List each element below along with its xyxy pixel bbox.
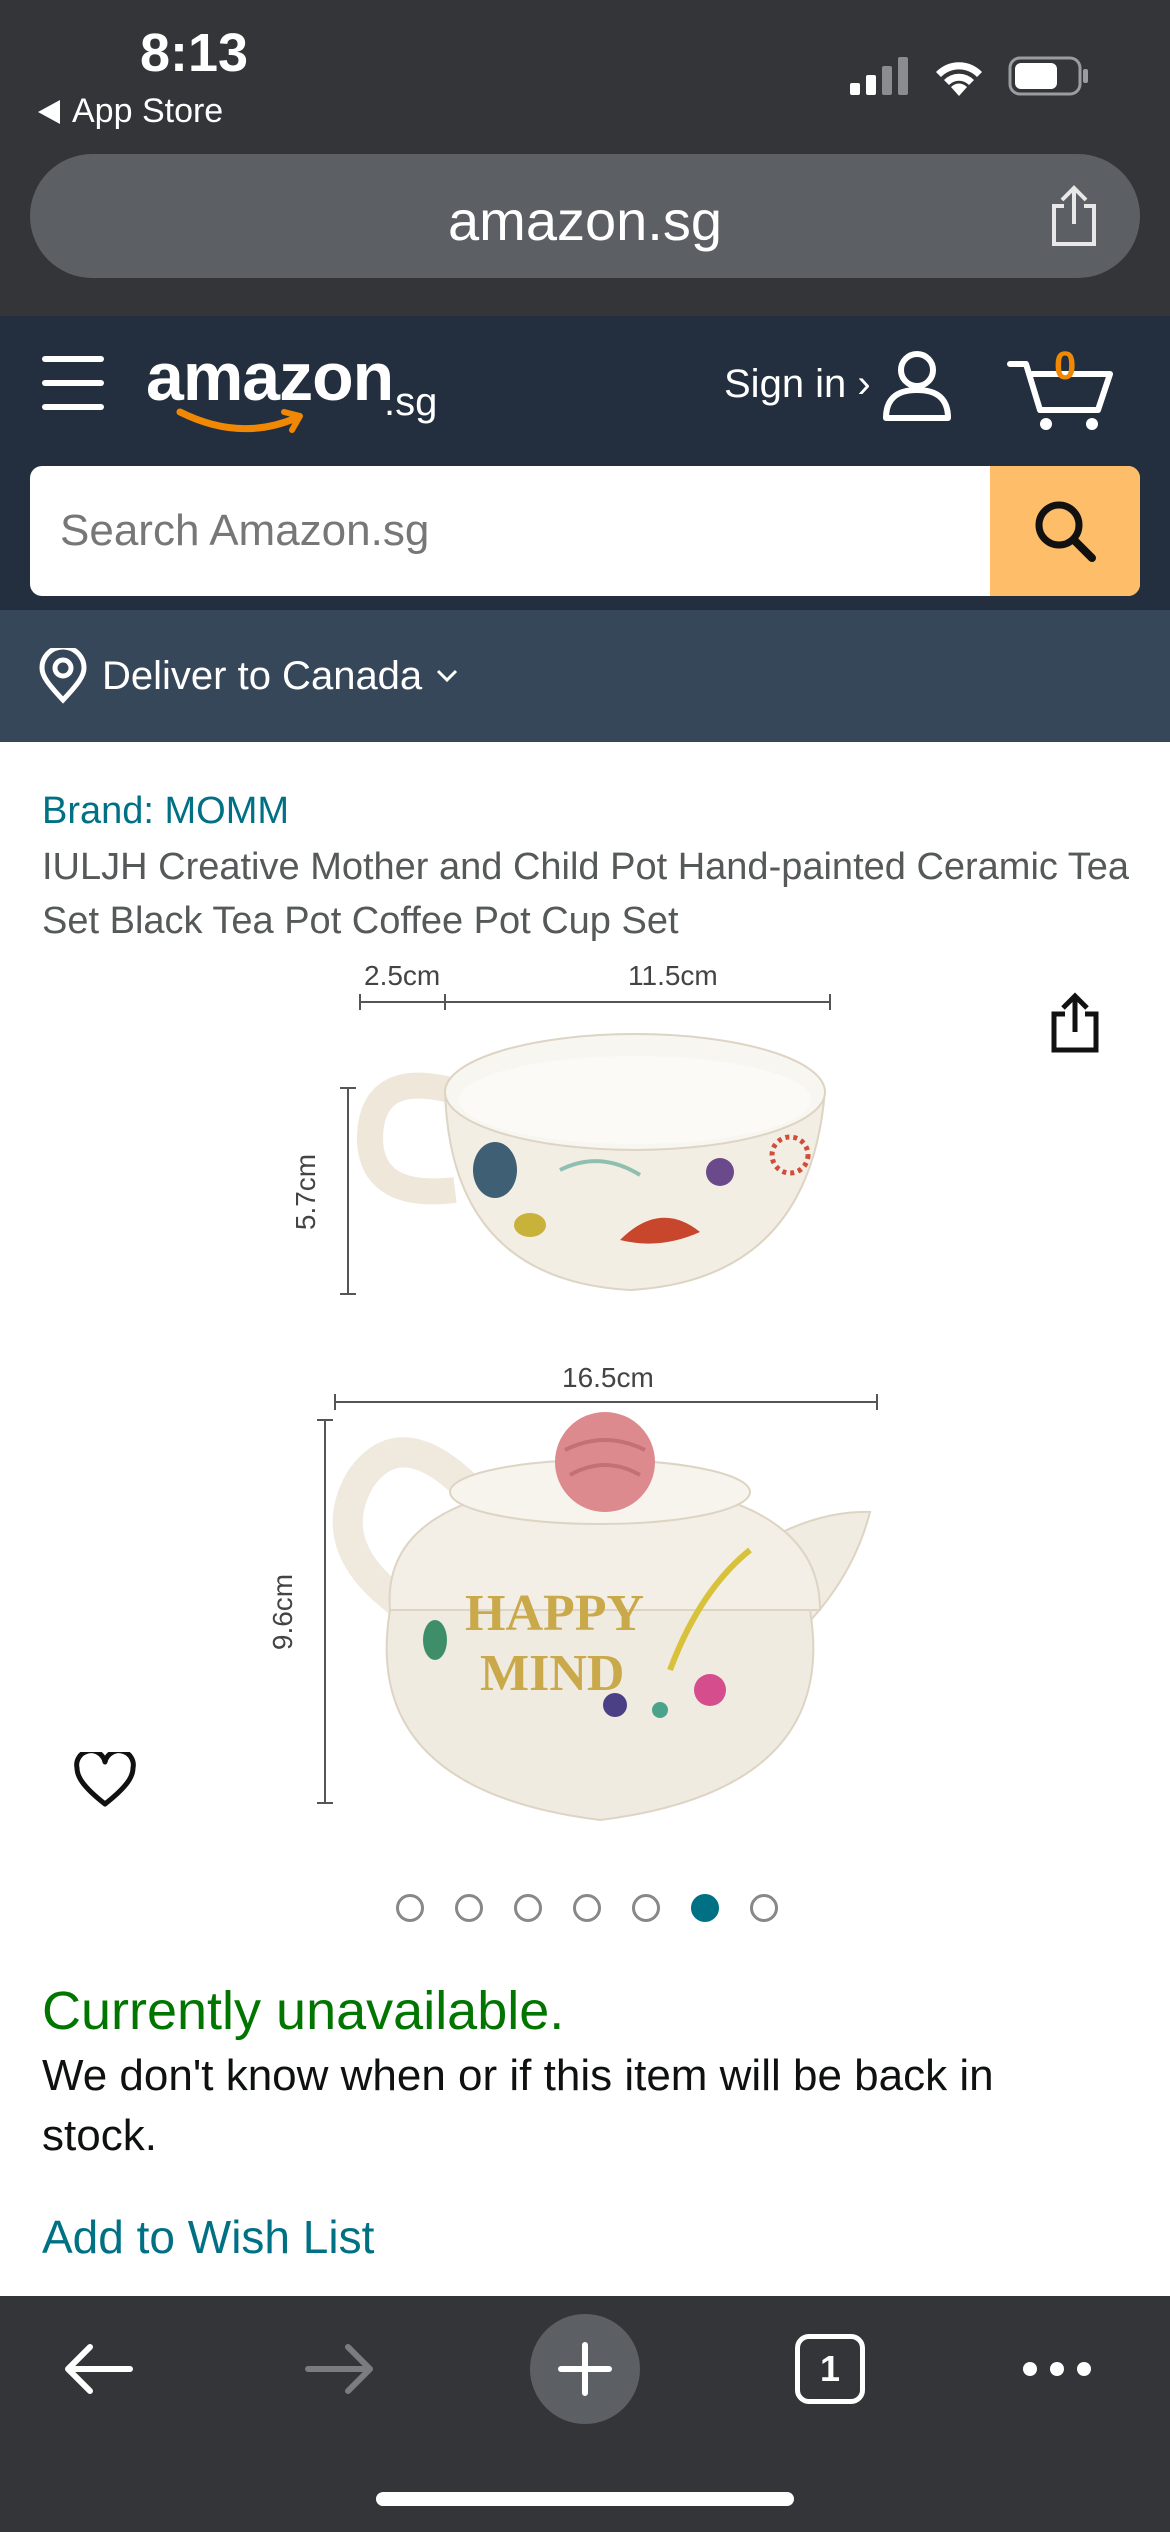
address-bar[interactable]: amazon.sg xyxy=(30,154,1140,278)
chevron-down-icon xyxy=(437,669,458,683)
more-menu-button[interactable] xyxy=(1012,2324,1102,2414)
add-to-wishlist-link[interactable]: Add to Wish List xyxy=(42,2210,374,2264)
carousel-dot[interactable] xyxy=(514,1894,542,1922)
logo-wordmark: amazon xyxy=(146,339,394,415)
image-carousel-dots xyxy=(396,1894,778,1922)
account-button[interactable] xyxy=(880,348,954,427)
cart-button[interactable]: 0 xyxy=(1006,344,1116,434)
status-icons xyxy=(850,56,1090,96)
menu-line xyxy=(42,404,104,410)
home-indicator xyxy=(376,2492,794,2506)
logo-suffix: .sg xyxy=(384,380,438,424)
carousel-dot[interactable] xyxy=(632,1894,660,1922)
wishlist-heart-button[interactable] xyxy=(74,1748,136,1813)
user-icon xyxy=(883,351,951,421)
availability-status: Currently unavailable. xyxy=(42,1981,565,2041)
search-input[interactable] xyxy=(30,466,990,596)
forward-button[interactable] xyxy=(296,2324,386,2414)
product-illustration: HAPPY MIND xyxy=(317,994,878,1822)
menu-line xyxy=(42,356,104,362)
back-app-label: App Store xyxy=(72,92,224,130)
carousel-dot[interactable] xyxy=(573,1894,601,1922)
carousel-dot[interactable] xyxy=(455,1894,483,1922)
browser-chrome: 8:13 App Store amazon.sg xyxy=(0,0,1170,316)
new-tab-button[interactable] xyxy=(530,2314,640,2424)
share-product-button[interactable] xyxy=(1048,990,1102,1059)
product-image[interactable]: HAPPY MIND 2.5cm 11.5cm 5.7cm 16.5cm 9.6… xyxy=(267,950,920,1850)
dim-pot-height: 9.6cm xyxy=(267,1573,299,1651)
share-icon xyxy=(1051,992,1099,1053)
share-icon xyxy=(1052,185,1096,246)
cart-count-badge: 0 xyxy=(1054,344,1077,388)
heart-icon xyxy=(74,1748,136,1807)
dim-cup-handle: 2.5cm xyxy=(364,960,441,991)
carousel-dot[interactable] xyxy=(396,1894,424,1922)
sign-in-link[interactable]: Sign in › xyxy=(724,362,871,407)
plus-icon xyxy=(558,2342,612,2396)
pot-text-mind: MIND xyxy=(480,1645,624,1702)
location-pin-icon xyxy=(39,648,87,704)
product-title: IULJH Creative Mother and Child Pot Hand… xyxy=(42,846,1130,942)
arrow-left-icon xyxy=(65,2344,133,2394)
dim-cup-height: 5.7cm xyxy=(290,1153,322,1231)
ellipsis-icon xyxy=(1023,2362,1091,2376)
battery-icon xyxy=(1008,56,1088,96)
wifi-icon xyxy=(936,62,982,96)
search-button[interactable] xyxy=(990,466,1140,596)
dim-pot-width: 16.5cm xyxy=(562,1362,654,1393)
logo-smile-icon xyxy=(176,408,303,433)
deliver-to-label: Deliver to Canada xyxy=(102,653,423,698)
arrow-right-icon xyxy=(305,2344,373,2394)
back-button[interactable] xyxy=(52,2324,142,2414)
carousel-dot-active[interactable] xyxy=(691,1894,719,1922)
tab-count: 1 xyxy=(795,2334,865,2404)
deliver-to-bar[interactable]: Deliver to Canada xyxy=(0,610,1170,742)
search-icon xyxy=(1035,501,1096,562)
amazon-header: amazon .sg Sign in › 0 xyxy=(0,316,1170,610)
status-time: 8:13 xyxy=(140,23,249,83)
back-to-app-link[interactable]: App Store xyxy=(38,92,223,131)
back-triangle-icon xyxy=(38,99,60,124)
amazon-logo[interactable]: amazon .sg xyxy=(146,338,446,438)
pot-text-happy: HAPPY xyxy=(465,1585,644,1642)
tab-switcher-button[interactable]: 1 xyxy=(790,2329,870,2409)
menu-line xyxy=(42,380,104,386)
search-bar xyxy=(30,466,1140,596)
cellular-signal-icon xyxy=(850,57,908,95)
availability-note: We don't know when or if this item will … xyxy=(42,2051,994,2160)
share-page-button[interactable] xyxy=(1048,184,1100,253)
brand-link[interactable]: Brand: MOMM xyxy=(42,790,289,833)
url-text: amazon.sg xyxy=(448,189,722,252)
dim-cup-width: 11.5cm xyxy=(628,960,718,991)
menu-button[interactable] xyxy=(42,356,104,412)
carousel-dot[interactable] xyxy=(750,1894,778,1922)
